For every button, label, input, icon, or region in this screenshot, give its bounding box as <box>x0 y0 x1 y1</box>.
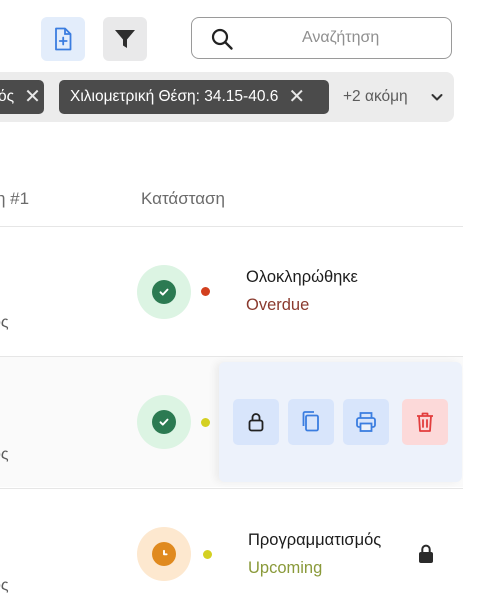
status-subtitle: Upcoming <box>248 559 323 577</box>
status-indicator <box>137 395 191 449</box>
divider <box>0 226 463 227</box>
status-indicator <box>137 265 191 319</box>
filter-icon <box>115 30 135 48</box>
trash-icon <box>417 412 433 432</box>
filter-chip-km-position[interactable]: Χιλιομετρική Θέση: 34.15-40.6 ✕ <box>59 80 329 114</box>
chevron-down-icon[interactable] <box>430 90 444 104</box>
column-header-status[interactable]: Κατάσταση <box>141 189 225 209</box>
filter-chip-label: Χιλιομετρική Θέση: 34.15-40.6 <box>70 88 279 105</box>
check-icon <box>159 288 169 296</box>
lock-icon <box>248 413 264 432</box>
status-title: Ολοκληρώθηκε <box>246 268 358 286</box>
close-icon[interactable]: ✕ <box>288 87 305 107</box>
delete-button[interactable] <box>402 399 448 445</box>
status-dot <box>201 287 210 296</box>
status-subtitle: Overdue <box>246 296 310 314</box>
column-header[interactable]: η #1 <box>0 189 29 209</box>
file-plus-icon <box>55 27 72 51</box>
lock-icon <box>419 544 433 563</box>
search-icon <box>211 28 233 50</box>
row-cell-text: ος <box>0 577 9 594</box>
active-filters-bar: ός ✕ Χιλιομετρική Θέση: 34.15-40.6 ✕ +2 … <box>0 72 454 122</box>
filter-chip[interactable]: ός ✕ <box>0 80 44 114</box>
copy-icon <box>302 411 319 432</box>
close-icon[interactable]: ✕ <box>24 87 41 107</box>
check-icon <box>159 418 169 426</box>
row-cell-text: ος <box>0 446 9 463</box>
search-placeholder: Αναζήτηση <box>302 29 380 46</box>
more-filters-link[interactable]: +2 ακόμη <box>343 88 408 106</box>
row-actions-panel <box>219 362 462 482</box>
clock-icon <box>163 549 168 556</box>
status-dot <box>203 550 212 559</box>
print-button[interactable] <box>343 399 389 445</box>
copy-button[interactable] <box>288 399 334 445</box>
lock-button[interactable] <box>233 399 279 445</box>
filter-chip-label: ός <box>0 88 15 105</box>
print-icon <box>356 412 376 432</box>
row-cell-text: ος <box>0 314 9 331</box>
filter-button[interactable] <box>103 17 147 61</box>
search-input[interactable]: Αναζήτηση <box>191 17 452 59</box>
status-indicator <box>137 527 191 581</box>
status-dot <box>201 418 210 427</box>
new-document-button[interactable] <box>41 17 85 61</box>
status-title: Προγραμματισμός <box>248 531 382 549</box>
divider <box>0 488 463 489</box>
